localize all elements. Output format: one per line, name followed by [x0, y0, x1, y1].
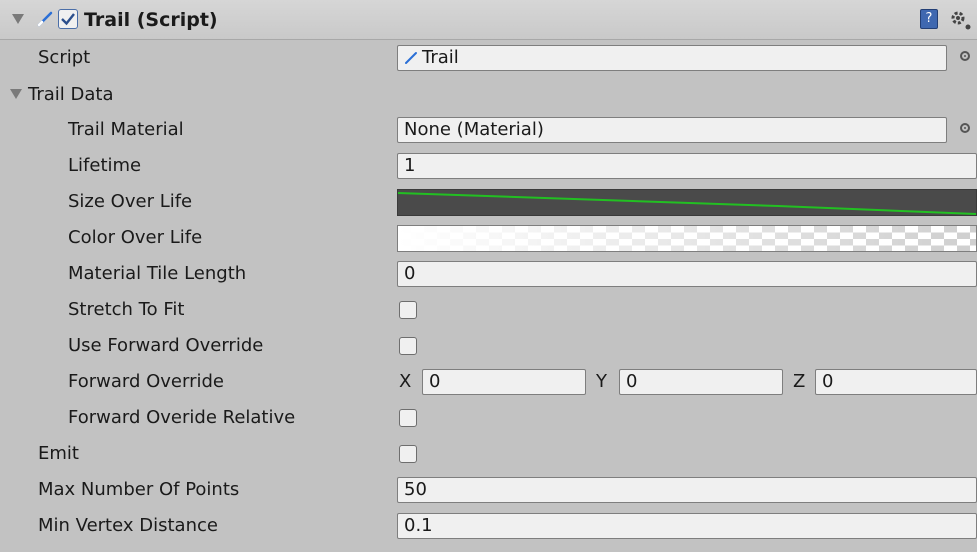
use-forward-override-label: Use Forward Override	[68, 335, 264, 356]
forward-override-x-field[interactable]: 0	[422, 369, 586, 395]
stretch-to-fit-checkbox[interactable]	[399, 301, 417, 319]
component-title: Trail (Script)	[84, 9, 218, 31]
row-max-number-of-points: Max Number Of Points 50	[0, 472, 977, 508]
forward-override-z-value: 0	[822, 371, 834, 392]
use-forward-override-checkbox[interactable]	[399, 337, 417, 355]
script-field[interactable]: Trail	[397, 45, 947, 71]
forward-override-relative-checkbox[interactable]	[399, 409, 417, 427]
row-emit: Emit	[0, 436, 977, 472]
lifetime-label: Lifetime	[68, 155, 142, 176]
row-size-over-life: Size Over Life	[0, 184, 977, 220]
max-number-of-points-value: 50	[404, 479, 427, 500]
script-icon	[405, 52, 417, 64]
trail-material-field[interactable]: None (Material)	[397, 117, 947, 143]
forward-override-x-label: X	[399, 371, 412, 392]
script-icon	[37, 11, 53, 27]
material-tile-length-field[interactable]: 0	[397, 261, 977, 287]
min-vertex-distance-value: 0.1	[404, 515, 433, 536]
stretch-to-fit-label: Stretch To Fit	[68, 299, 185, 320]
size-over-life-label: Size Over Life	[68, 191, 193, 212]
curve-line	[398, 192, 976, 215]
material-tile-length-label: Material Tile Length	[68, 263, 247, 284]
forward-override-y-field[interactable]: 0	[619, 369, 783, 395]
row-color-over-life: Color Over Life	[0, 220, 977, 256]
color-over-life-gradient-field[interactable]	[397, 225, 977, 252]
material-tile-length-value: 0	[404, 263, 416, 284]
component-header: Trail (Script) ?	[0, 0, 977, 40]
min-vertex-distance-field[interactable]: 0.1	[397, 513, 977, 539]
forward-override-z-field[interactable]: 0	[815, 369, 977, 395]
object-picker-icon[interactable]	[960, 123, 970, 133]
forward-override-x-value: 0	[429, 371, 441, 392]
row-trail-data[interactable]: Trail Data	[0, 77, 977, 113]
gear-icon[interactable]	[948, 7, 972, 31]
script-label: Script	[38, 47, 91, 68]
min-vertex-distance-label: Min Vertex Distance	[38, 515, 218, 536]
lifetime-field[interactable]: 1	[397, 153, 977, 179]
forward-override-relative-label: Forward Overide Relative	[68, 407, 296, 428]
object-picker-icon[interactable]	[960, 51, 970, 61]
trail-data-label: Trail Data	[28, 84, 114, 105]
help-book-icon[interactable]: ?	[920, 9, 938, 29]
row-use-forward-override: Use Forward Override	[0, 328, 977, 364]
row-min-vertex-distance: Min Vertex Distance 0.1	[0, 508, 977, 544]
forward-override-y-value: 0	[626, 371, 638, 392]
trail-material-value: None (Material)	[404, 119, 544, 140]
forward-override-label: Forward Override	[68, 371, 224, 392]
checkmark-icon	[61, 13, 75, 26]
component-enabled-checkbox[interactable]	[58, 9, 78, 29]
row-forward-override: Forward Override X 0 Y 0 Z 0	[0, 364, 977, 400]
row-stretch-to-fit: Stretch To Fit	[0, 292, 977, 328]
color-over-life-label: Color Over Life	[68, 227, 203, 248]
component-foldout-arrow-icon[interactable]	[12, 14, 24, 24]
max-number-of-points-label: Max Number Of Points	[38, 479, 240, 500]
forward-override-y-label: Y	[596, 371, 607, 392]
max-number-of-points-field[interactable]: 50	[397, 477, 977, 503]
emit-label: Emit	[38, 443, 79, 464]
row-lifetime: Lifetime 1	[0, 148, 977, 184]
row-forward-override-relative: Forward Overide Relative	[0, 400, 977, 436]
lifetime-value: 1	[404, 155, 416, 176]
foldout-arrow-icon[interactable]	[10, 89, 22, 99]
script-value: Trail	[422, 47, 459, 68]
trail-material-label: Trail Material	[68, 119, 184, 140]
row-script: Script Trail	[0, 40, 977, 76]
row-trail-material: Trail Material None (Material)	[0, 112, 977, 148]
row-material-tile-length: Material Tile Length 0	[0, 256, 977, 292]
emit-checkbox[interactable]	[399, 445, 417, 463]
size-over-life-curve-field[interactable]	[397, 189, 977, 216]
forward-override-z-label: Z	[793, 371, 806, 392]
